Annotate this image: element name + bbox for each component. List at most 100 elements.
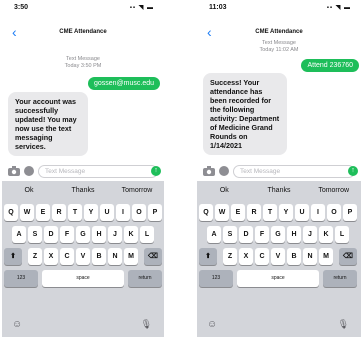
key-row-3: ⬆ Z X C V B N M ⌫: [2, 248, 164, 265]
backspace-icon[interactable]: ⌫: [144, 248, 162, 265]
key[interactable]: O: [327, 204, 341, 221]
key[interactable]: E: [36, 204, 50, 221]
key[interactable]: Q: [4, 204, 18, 221]
apps-icon[interactable]: [24, 166, 34, 176]
suggestion-item[interactable]: Tomorrow: [110, 181, 164, 201]
suggestion-item[interactable]: Tomorrow: [306, 181, 361, 201]
key-row-1: Q W E R T Y U I O P: [2, 204, 164, 221]
key[interactable]: S: [28, 226, 42, 243]
key[interactable]: B: [92, 248, 106, 265]
microphone-icon[interactable]: 🎙︎: [141, 319, 152, 330]
send-arrow-icon[interactable]: ↑: [348, 166, 358, 176]
received-message-bubble[interactable]: Success! Your attendance has been record…: [203, 73, 287, 155]
key[interactable]: U: [100, 204, 114, 221]
backspace-icon[interactable]: ⌫: [339, 248, 357, 265]
key[interactable]: A: [12, 226, 26, 243]
key[interactable]: N: [108, 248, 122, 265]
numbers-key[interactable]: 123: [4, 270, 38, 287]
key[interactable]: D: [239, 226, 253, 243]
message-meta: Text Message Today 11:02 AM: [197, 40, 361, 54]
key[interactable]: O: [132, 204, 146, 221]
key[interactable]: C: [255, 248, 269, 265]
space-key[interactable]: space: [42, 270, 124, 287]
keyboard: Ok Thanks Tomorrow Q W E R T Y U I O P A…: [197, 181, 361, 337]
emoji-icon[interactable]: ☺: [12, 319, 22, 330]
key[interactable]: U: [295, 204, 309, 221]
key[interactable]: W: [215, 204, 229, 221]
suggestion-item[interactable]: Thanks: [252, 181, 307, 201]
key[interactable]: K: [124, 226, 138, 243]
apps-icon[interactable]: [219, 166, 229, 176]
suggestion-item[interactable]: Thanks: [56, 181, 110, 201]
sent-message-bubble[interactable]: gossen@musc.edu: [87, 77, 160, 90]
signal-battery-icon: ▪▪ ◥ ▬: [326, 5, 351, 11]
key[interactable]: Z: [28, 248, 42, 265]
key[interactable]: H: [92, 226, 106, 243]
key[interactable]: T: [68, 204, 82, 221]
key[interactable]: J: [108, 226, 122, 243]
key[interactable]: P: [343, 204, 357, 221]
key[interactable]: C: [60, 248, 74, 265]
key[interactable]: M: [124, 248, 138, 265]
return-key[interactable]: return: [128, 270, 162, 287]
key[interactable]: X: [239, 248, 253, 265]
key[interactable]: G: [271, 226, 285, 243]
key[interactable]: I: [116, 204, 130, 221]
key[interactable]: F: [60, 226, 74, 243]
key[interactable]: G: [76, 226, 90, 243]
key[interactable]: M: [319, 248, 333, 265]
emoji-icon[interactable]: ☺: [207, 319, 217, 330]
shift-icon[interactable]: ⬆: [4, 248, 22, 265]
key[interactable]: W: [20, 204, 34, 221]
signal-battery-icon: ▪▪ ◥ ▬: [129, 5, 154, 11]
key[interactable]: K: [319, 226, 333, 243]
key[interactable]: T: [263, 204, 277, 221]
key-row-2: A S D F G H J K L: [197, 226, 361, 243]
numbers-key[interactable]: 123: [199, 270, 233, 287]
key[interactable]: J: [303, 226, 317, 243]
key[interactable]: R: [247, 204, 261, 221]
key[interactable]: N: [303, 248, 317, 265]
received-message-bubble[interactable]: Your account was successfully updated! Y…: [8, 92, 88, 156]
key[interactable]: B: [287, 248, 301, 265]
predictive-suggestions: Ok Thanks Tomorrow: [2, 181, 164, 201]
status-time: 11:03: [209, 4, 227, 11]
key[interactable]: D: [44, 226, 58, 243]
key-row-4: 123 space return: [2, 270, 164, 287]
camera-icon[interactable]: [8, 166, 20, 176]
message-text-field[interactable]: Text Message: [233, 165, 355, 178]
space-key[interactable]: space: [237, 270, 319, 287]
suggestion-item[interactable]: Ok: [2, 181, 56, 201]
key[interactable]: S: [223, 226, 237, 243]
key[interactable]: E: [231, 204, 245, 221]
key[interactable]: L: [335, 226, 349, 243]
key[interactable]: H: [287, 226, 301, 243]
key[interactable]: I: [311, 204, 325, 221]
key[interactable]: V: [76, 248, 90, 265]
key[interactable]: R: [52, 204, 66, 221]
key[interactable]: Z: [223, 248, 237, 265]
key[interactable]: Q: [199, 204, 213, 221]
message-type-label: Text Message: [66, 56, 100, 62]
camera-icon[interactable]: [203, 166, 215, 176]
key[interactable]: Y: [279, 204, 293, 221]
shift-icon[interactable]: ⬆: [199, 248, 217, 265]
microphone-icon[interactable]: 🎙︎: [338, 319, 349, 330]
key[interactable]: F: [255, 226, 269, 243]
contact-name[interactable]: CME Attendance: [2, 29, 164, 35]
phone-screen-left: 3:50 ▪▪ ◥ ▬ ‹ CME Attendance Text Messag…: [2, 0, 164, 337]
key[interactable]: L: [140, 226, 154, 243]
key[interactable]: X: [44, 248, 58, 265]
key[interactable]: A: [207, 226, 221, 243]
key[interactable]: P: [148, 204, 162, 221]
return-key[interactable]: return: [323, 270, 357, 287]
sent-message-bubble[interactable]: Attend 236760: [301, 59, 359, 72]
predictive-suggestions: Ok Thanks Tomorrow: [197, 181, 361, 201]
key[interactable]: V: [271, 248, 285, 265]
key[interactable]: Y: [84, 204, 98, 221]
send-arrow-icon[interactable]: ↑: [151, 166, 161, 176]
contact-name[interactable]: CME Attendance: [197, 29, 361, 35]
message-text-field[interactable]: Text Message: [38, 165, 158, 178]
suggestion-item[interactable]: Ok: [197, 181, 252, 201]
status-bar: 11:03 ▪▪ ◥ ▬: [197, 0, 361, 18]
